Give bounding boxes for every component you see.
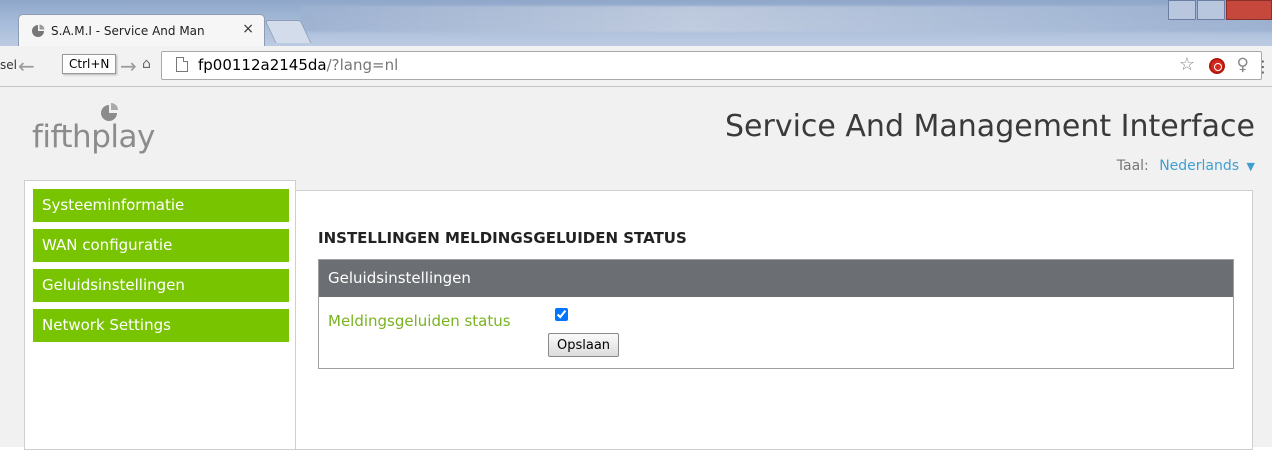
sidebar: Systeeminformatie WAN configuratie Gelui… [24, 180, 296, 450]
browser-tabstrip: S.A.M.I - Service And Man × [0, 0, 1272, 46]
language-dropdown[interactable]: Nederlands [1159, 158, 1239, 174]
logo-text: fifthplay [32, 119, 155, 155]
page-body: fifthplay Service And Management Interfa… [0, 87, 1272, 450]
notification-sound-checkbox[interactable] [555, 308, 568, 321]
section-heading: INSTELLINGEN MELDINGSGELUIDEN STATUS [318, 229, 687, 247]
sidebar-item-wan-configuratie[interactable]: WAN configuratie [33, 229, 289, 262]
minimize-button[interactable] [1168, 0, 1196, 20]
sidebar-item-network-settings[interactable]: Network Settings [33, 309, 289, 342]
fifthplay-favicon-icon [32, 24, 45, 37]
extension-icon[interactable]: ♀ [1237, 55, 1249, 75]
main-content: INSTELLINGEN MELDINGSGELUIDEN STATUS Gel… [295, 190, 1253, 450]
page-title: Service And Management Interface [725, 109, 1255, 144]
url-host: fp00112a2145da [198, 56, 327, 74]
language-selector: Taal: Nederlands ▼ [1117, 158, 1255, 174]
notification-sound-label: Meldingsgeluiden status [328, 312, 511, 330]
sound-settings-box: Geluidsinstellingen Meldingsgeluiden sta… [318, 259, 1234, 369]
address-bar[interactable]: fp00112a2145da/?lang=nl ☆ ♀ ⋮ [161, 51, 1271, 80]
browser-toolbar: sel ← → ⌂ Ctrl+N fp00112a2145da/?lang=nl… [0, 46, 1272, 87]
url-text: fp00112a2145da/?lang=nl [198, 56, 398, 74]
settings-box-title: Geluidsinstellingen [319, 260, 1233, 297]
sidebar-item-geluidsinstellingen[interactable]: Geluidsinstellingen [33, 269, 289, 302]
page-icon [176, 57, 188, 72]
save-button[interactable]: Opslaan [548, 333, 620, 357]
url-path: /?lang=nl [326, 56, 399, 74]
window-controls [1167, 0, 1272, 20]
back-menu-fragment: sel [0, 58, 17, 72]
home-icon[interactable]: ⌂ [142, 56, 151, 72]
language-label: Taal: [1116, 158, 1149, 174]
tab-close-icon[interactable]: × [242, 21, 254, 37]
blurred-bookmarks-bar [300, 6, 1272, 32]
browser-tab-active[interactable]: S.A.M.I - Service And Man × [18, 14, 265, 46]
adblock-extension-icon[interactable] [1209, 58, 1225, 74]
shortcut-tooltip: Ctrl+N [62, 54, 117, 74]
back-arrow-icon[interactable]: ← [18, 54, 35, 78]
forward-arrow-icon[interactable]: → [120, 54, 137, 78]
sidebar-item-systeeminformatie[interactable]: Systeeminformatie [33, 189, 289, 222]
window-close-button[interactable] [1226, 0, 1272, 20]
chrome-menu-icon[interactable]: ⋮ [1255, 57, 1271, 76]
maximize-button[interactable] [1197, 0, 1225, 20]
chevron-down-icon[interactable]: ▼ [1247, 160, 1255, 173]
tab-title: S.A.M.I - Service And Man [51, 24, 205, 38]
bookmark-star-icon[interactable]: ☆ [1179, 54, 1195, 75]
